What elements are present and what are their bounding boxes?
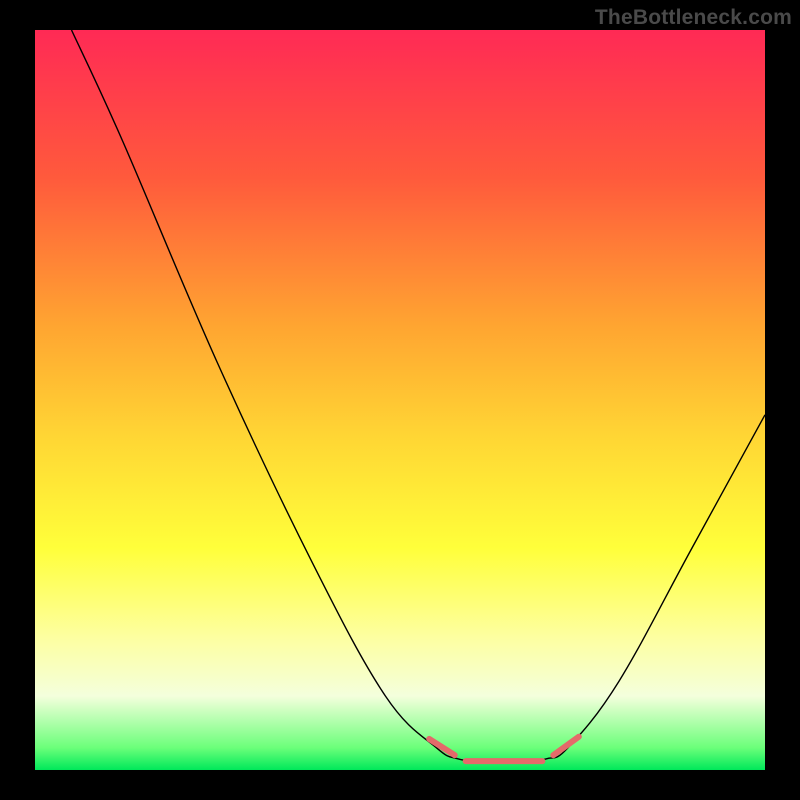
chart-svg xyxy=(35,30,765,770)
heatmap-background xyxy=(35,30,765,770)
watermark-text: TheBottleneck.com xyxy=(595,6,792,30)
chart-frame: TheBottleneck.com xyxy=(0,0,800,800)
plot-area xyxy=(35,30,765,770)
